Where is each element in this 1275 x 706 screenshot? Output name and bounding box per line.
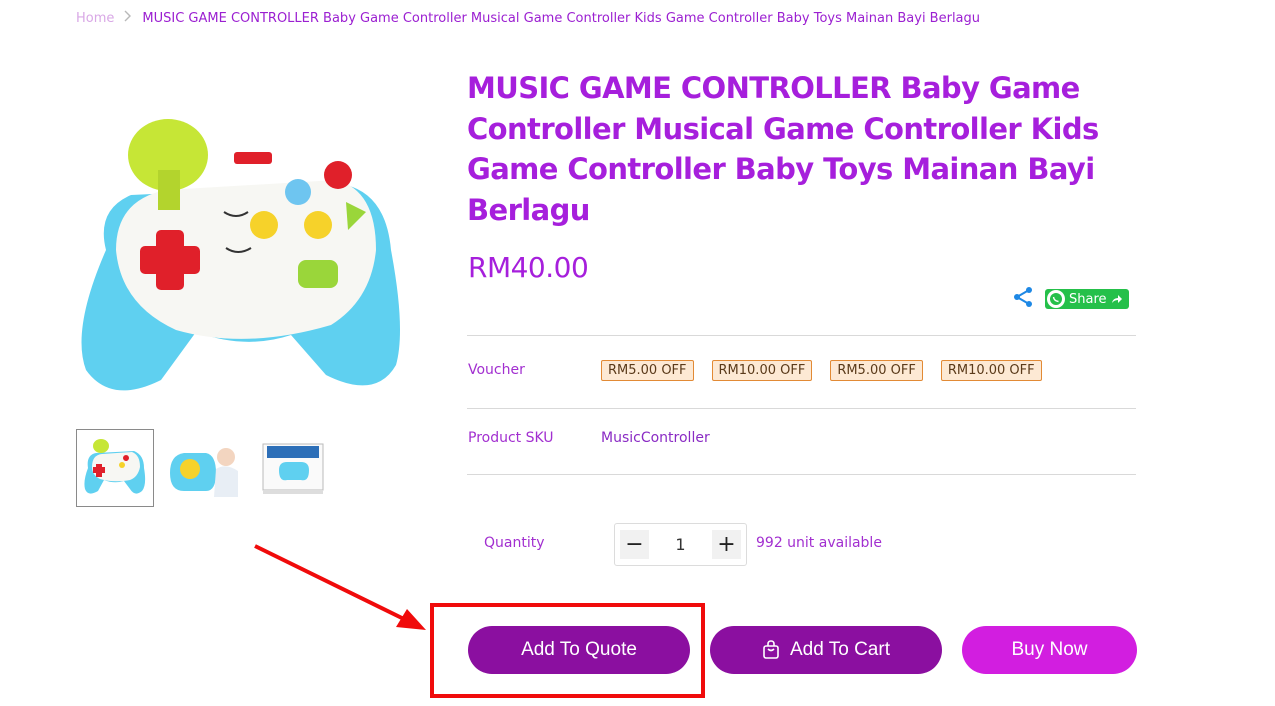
whatsapp-icon: [1047, 290, 1065, 308]
buy-now-button[interactable]: Buy Now: [962, 626, 1137, 674]
quantity-stepper: − 1 +: [614, 523, 747, 566]
voucher-list: RM5.00 OFF RM10.00 OFF RM5.00 OFF RM10.0…: [601, 360, 1042, 381]
divider: [467, 474, 1136, 475]
thumbnail-3[interactable]: [254, 429, 332, 507]
voucher-badge[interactable]: RM10.00 OFF: [711, 360, 813, 381]
voucher-label: Voucher: [468, 362, 525, 378]
divider: [467, 335, 1136, 336]
thumbnail-1[interactable]: [76, 429, 154, 507]
thumbnail-strip: [76, 429, 332, 507]
product-main-image[interactable]: [76, 100, 418, 410]
thumbnail-2[interactable]: [165, 429, 243, 507]
buy-now-label: Buy Now: [1011, 639, 1088, 660]
add-to-cart-button[interactable]: Add To Cart: [710, 626, 942, 674]
whatsapp-share-button[interactable]: Share: [1045, 289, 1129, 309]
breadcrumb-home-link[interactable]: Home: [76, 11, 114, 26]
quantity-label: Quantity: [484, 535, 545, 551]
add-to-quote-button[interactable]: Add To Quote: [468, 626, 690, 674]
sku-value: MusicController: [601, 430, 710, 446]
quantity-increase-button[interactable]: +: [712, 530, 741, 559]
add-to-cart-label: Add To Cart: [790, 639, 890, 660]
shopping-bag-icon: [763, 640, 779, 659]
voucher-badge[interactable]: RM5.00 OFF: [830, 360, 923, 381]
voucher-badge[interactable]: RM10.00 OFF: [940, 360, 1042, 381]
chevron-right-icon: [124, 10, 132, 26]
share-icon[interactable]: [1013, 286, 1033, 312]
divider: [467, 408, 1136, 409]
product-price: RM40.00: [468, 251, 589, 284]
stock-available: 992 unit available: [756, 535, 882, 551]
share-bar: Share: [1013, 286, 1129, 312]
voucher-badge[interactable]: RM5.00 OFF: [601, 360, 694, 381]
breadcrumb-current: MUSIC GAME CONTROLLER Baby Game Controll…: [142, 10, 981, 26]
product-title: MUSIC GAME CONTROLLER Baby Game Controll…: [467, 71, 1099, 227]
breadcrumb: Home MUSIC GAME CONTROLLER Baby Game Con…: [76, 10, 980, 26]
forward-arrow-icon: [1111, 295, 1122, 303]
whatsapp-share-label: Share: [1069, 291, 1107, 307]
quantity-decrease-button[interactable]: −: [620, 530, 649, 559]
add-to-quote-label: Add To Quote: [521, 639, 637, 660]
sku-label: Product SKU: [468, 430, 554, 446]
quantity-input[interactable]: 1: [675, 535, 685, 554]
